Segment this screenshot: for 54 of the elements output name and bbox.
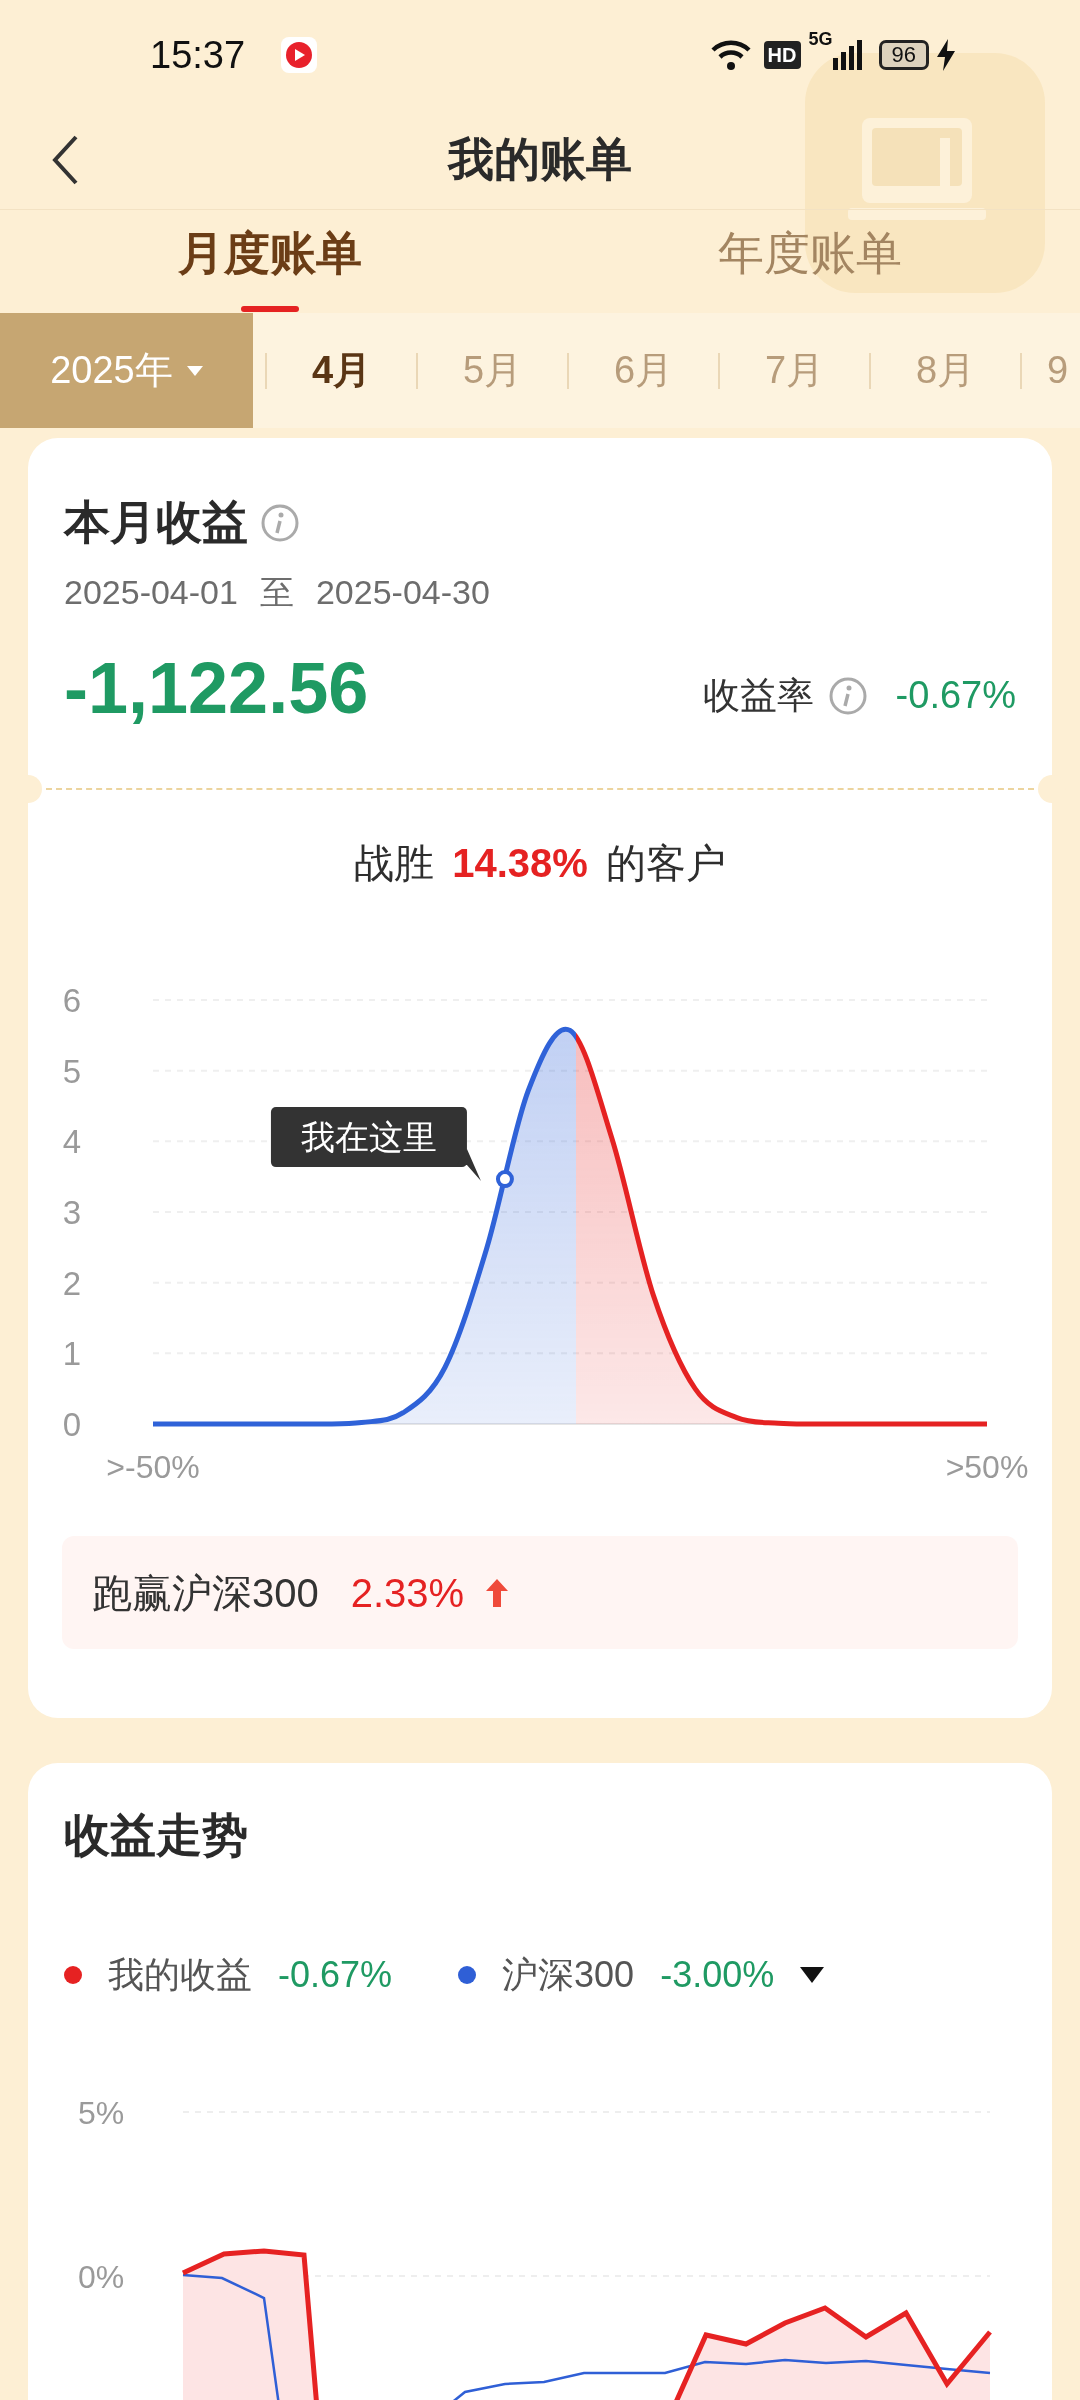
info-icon[interactable] [260,502,300,543]
back-icon [50,133,80,186]
axis-tick-label: 0 [62,1406,82,1443]
battery-indicator: 96 [878,40,929,70]
date-to: 2025-04-30 [315,572,490,613]
summary-title: 本月收益 [64,495,248,550]
annotation: 我在这里 [300,1118,437,1157]
network-badge: HD [763,41,801,69]
info-icon[interactable] [827,675,868,716]
date-from: 2025-04-01 [64,572,238,613]
rate-value: -0.67% [895,673,1016,718]
ranking-suffix: 的客户 [605,840,726,887]
benchmark-label: 跑赢沪深300 [92,1569,319,1617]
page-title: 我的账单 [448,132,632,187]
month-tab[interactable]: 8月 [871,342,1020,399]
ranking-percent: 14.38% [452,840,588,887]
month-tab[interactable]: 5月 [418,342,567,399]
axis-tick-label: 0% [78,2259,125,2295]
app-notification-icon [281,37,318,73]
axis-tick-label: 3 [62,1194,82,1231]
ranking-prefix: 战胜 [354,840,435,887]
legend-value: -0.67% [278,1953,393,1997]
tab[interactable]: 月度账单 [0,210,540,313]
dropdown-caret-icon[interactable] [800,1967,825,1983]
axis-tick-label: 4 [62,1123,82,1161]
legend-value: -3.00% [660,1953,775,1997]
axis-tick-label: 5% [78,2095,125,2131]
network-type: 5G [808,30,833,48]
date-separator: 至 [259,572,294,613]
signal-icon [832,40,863,70]
tooltip: 我在这里 [270,1107,481,1182]
benchmark-value: 2.33% [350,1569,465,1617]
wifi-icon [709,38,752,72]
up-arrow-icon [486,1578,509,1607]
month-tab[interactable]: 7月 [720,342,869,399]
status-time: 15:37 [150,32,246,78]
year-selector[interactable]: 2025年 [0,313,253,428]
charging-icon [937,39,955,71]
rate-label: 收益率 [702,673,814,718]
month-tab[interactable]: 6月 [569,342,718,399]
axis-tick-label: 2 [62,1264,82,1302]
legend-label: 沪深300 [502,1953,635,1997]
legend-label: 我的收益 [108,1953,252,1997]
trend-title: 收益走势 [64,1808,249,1863]
axis-tick-label: >50% [945,1449,1029,1485]
month-tab[interactable]: 4月 [267,342,416,399]
tab[interactable]: 年度账单 [540,210,1080,313]
axis-tick-label: >-50% [106,1449,200,1485]
caret-icon [186,365,203,376]
month-tab[interactable]: 9 [1022,342,1074,399]
axis-tick-label: 1 [62,1335,82,1373]
profit-amount: -1,122.56 [64,652,369,724]
axis-tick-label: 5 [62,1052,82,1090]
axis-tick-label: 6 [62,982,82,1019]
